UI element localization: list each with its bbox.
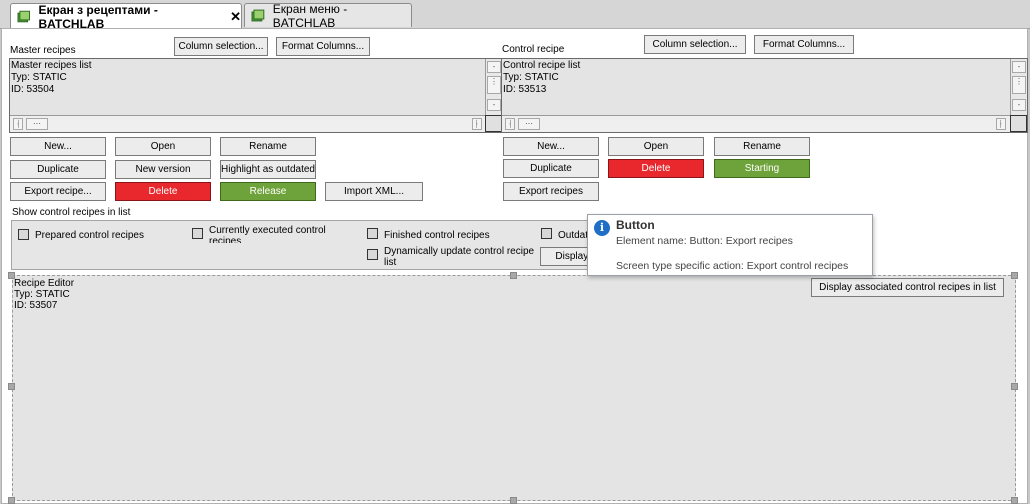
master-new-button[interactable]: New...: [10, 137, 106, 156]
control-rename-button[interactable]: Rename: [714, 137, 810, 156]
control-new-button[interactable]: New...: [503, 137, 599, 156]
scroll-left-icon[interactable]: ⸡: [13, 118, 23, 130]
horizontal-scrollbar[interactable]: ⸡ ⋯ ⸠: [10, 115, 486, 132]
finished-label: Finished control recipes: [384, 230, 490, 241]
resize-handle[interactable]: [8, 272, 15, 279]
scroll-corner: [485, 115, 502, 132]
list-id: ID: 53504: [11, 84, 55, 95]
tab-menu-screen[interactable]: Екран меню - BATCHLAB: [244, 1, 412, 30]
vertical-scrollbar[interactable]: ‐ ⋮ ‐: [485, 59, 502, 116]
control-column-selection-button[interactable]: Column selection...: [644, 35, 746, 54]
master-export-recipe-button[interactable]: Export recipe...: [10, 182, 106, 201]
prepared-checkbox[interactable]: [18, 229, 29, 240]
control-format-columns-button[interactable]: Format Columns...: [754, 35, 854, 54]
dynamic-update-label: Dynamically update control recipe list: [384, 246, 535, 268]
info-icon: i: [594, 220, 610, 236]
master-format-columns-button[interactable]: Format Columns...: [276, 37, 370, 56]
list-type: Typ: STATIC: [11, 72, 67, 83]
master-delete-button[interactable]: Delete: [115, 182, 211, 201]
scroll-up-icon[interactable]: ‐: [1012, 61, 1026, 73]
resize-handle[interactable]: [510, 497, 517, 504]
master-recipes-title: Master recipes: [10, 45, 76, 56]
prepared-label: Prepared control recipes: [35, 230, 144, 241]
control-starting-button[interactable]: Starting: [714, 159, 810, 178]
list-title: Control recipe list: [503, 60, 581, 71]
tooltip-title: Button: [616, 218, 655, 232]
tab-label: Екран меню - BATCHLAB: [272, 1, 348, 30]
resize-handle[interactable]: [1011, 497, 1018, 504]
close-icon[interactable]: ✕: [230, 9, 241, 25]
finished-checkbox[interactable]: [367, 228, 378, 239]
control-duplicate-button[interactable]: Duplicate: [503, 159, 599, 178]
master-rename-button[interactable]: Rename: [220, 137, 316, 156]
master-highlight-outdated-button[interactable]: Highlight as outdated: [220, 160, 316, 179]
tab-recipe-screen[interactable]: Екран з рецептами - BATCHLAB ✕: [10, 2, 242, 31]
scroll-right-icon[interactable]: ⸠: [472, 118, 482, 130]
dynamic-update-checkbox[interactable]: [367, 249, 378, 260]
list-type: Typ: STATIC: [503, 72, 559, 83]
tooltip-action: Screen type specific action: Export cont…: [616, 260, 849, 272]
control-open-button[interactable]: Open: [608, 137, 704, 156]
filter-group: Prepared control recipes Currently execu…: [11, 220, 615, 270]
master-recipes-list[interactable]: Master recipes list Typ: STATIC ID: 5350…: [9, 58, 503, 133]
master-import-xml-button[interactable]: Import XML...: [325, 182, 423, 201]
screen-icon: [251, 9, 265, 21]
resize-handle[interactable]: [1011, 272, 1018, 279]
tooltip-element-name: Element name: Button: Export recipes: [616, 235, 793, 247]
control-export-recipes-button[interactable]: Export recipes: [503, 182, 599, 201]
editor-title: Recipe Editor: [14, 278, 75, 289]
screen-icon: [17, 10, 31, 22]
filter-title: Show control recipes in list: [12, 207, 131, 218]
scroll-thumb[interactable]: ⋮: [1012, 76, 1026, 94]
scroll-thumb[interactable]: ⋯: [518, 118, 540, 130]
master-release-button[interactable]: Release: [220, 182, 316, 201]
scroll-thumb[interactable]: ⋯: [26, 118, 48, 130]
tab-label: Екран з рецептами - BATCHLAB: [38, 2, 158, 31]
scroll-up-icon[interactable]: ‐: [487, 61, 501, 73]
horizontal-scrollbar[interactable]: ⸡ ⋯ ⸠: [502, 115, 1011, 132]
scroll-corner: [1010, 115, 1027, 132]
master-column-selection-button[interactable]: Column selection...: [174, 37, 268, 56]
control-recipe-list[interactable]: Control recipe list Typ: STATIC ID: 5351…: [501, 58, 1028, 133]
tab-bar: Екран з рецептами - BATCHLAB ✕ Екран мен…: [0, 0, 1030, 31]
executing-label: Currently executed control recipes: [209, 225, 326, 243]
recipe-screen: Master recipes Column selection... Forma…: [1, 28, 1028, 504]
resize-handle[interactable]: [510, 272, 517, 279]
resize-handle[interactable]: [1011, 383, 1018, 390]
button-tooltip: i Button Element name: Button: Export re…: [587, 214, 873, 276]
control-delete-button[interactable]: Delete: [608, 159, 704, 178]
master-open-button[interactable]: Open: [115, 137, 211, 156]
scroll-left-icon[interactable]: ⸡: [505, 118, 515, 130]
scroll-thumb[interactable]: ⋮: [487, 76, 501, 94]
list-title: Master recipes list: [11, 60, 92, 71]
master-duplicate-button[interactable]: Duplicate: [10, 160, 106, 179]
scroll-down-icon[interactable]: ‐: [1012, 99, 1026, 111]
outdated-checkbox[interactable]: [541, 228, 552, 239]
vertical-scrollbar[interactable]: ‐ ⋮ ‐: [1010, 59, 1027, 116]
resize-handle[interactable]: [8, 383, 15, 390]
list-id: ID: 53513: [503, 84, 547, 95]
scroll-right-icon[interactable]: ⸠: [996, 118, 1006, 130]
control-recipe-title: Control recipe: [502, 44, 565, 55]
master-new-version-button[interactable]: New version: [115, 160, 211, 179]
editor-type: Typ: STATIC: [14, 289, 70, 300]
scroll-down-icon[interactable]: ‐: [487, 99, 501, 111]
editor-id: ID: 53507: [14, 300, 58, 311]
recipe-editor[interactable]: Recipe Editor Typ: STATIC ID: 53507 Disp…: [12, 275, 1016, 501]
display-associated-button[interactable]: Display associated control recipes in li…: [811, 278, 1004, 297]
executing-checkbox[interactable]: [192, 228, 203, 239]
resize-handle[interactable]: [8, 497, 15, 504]
